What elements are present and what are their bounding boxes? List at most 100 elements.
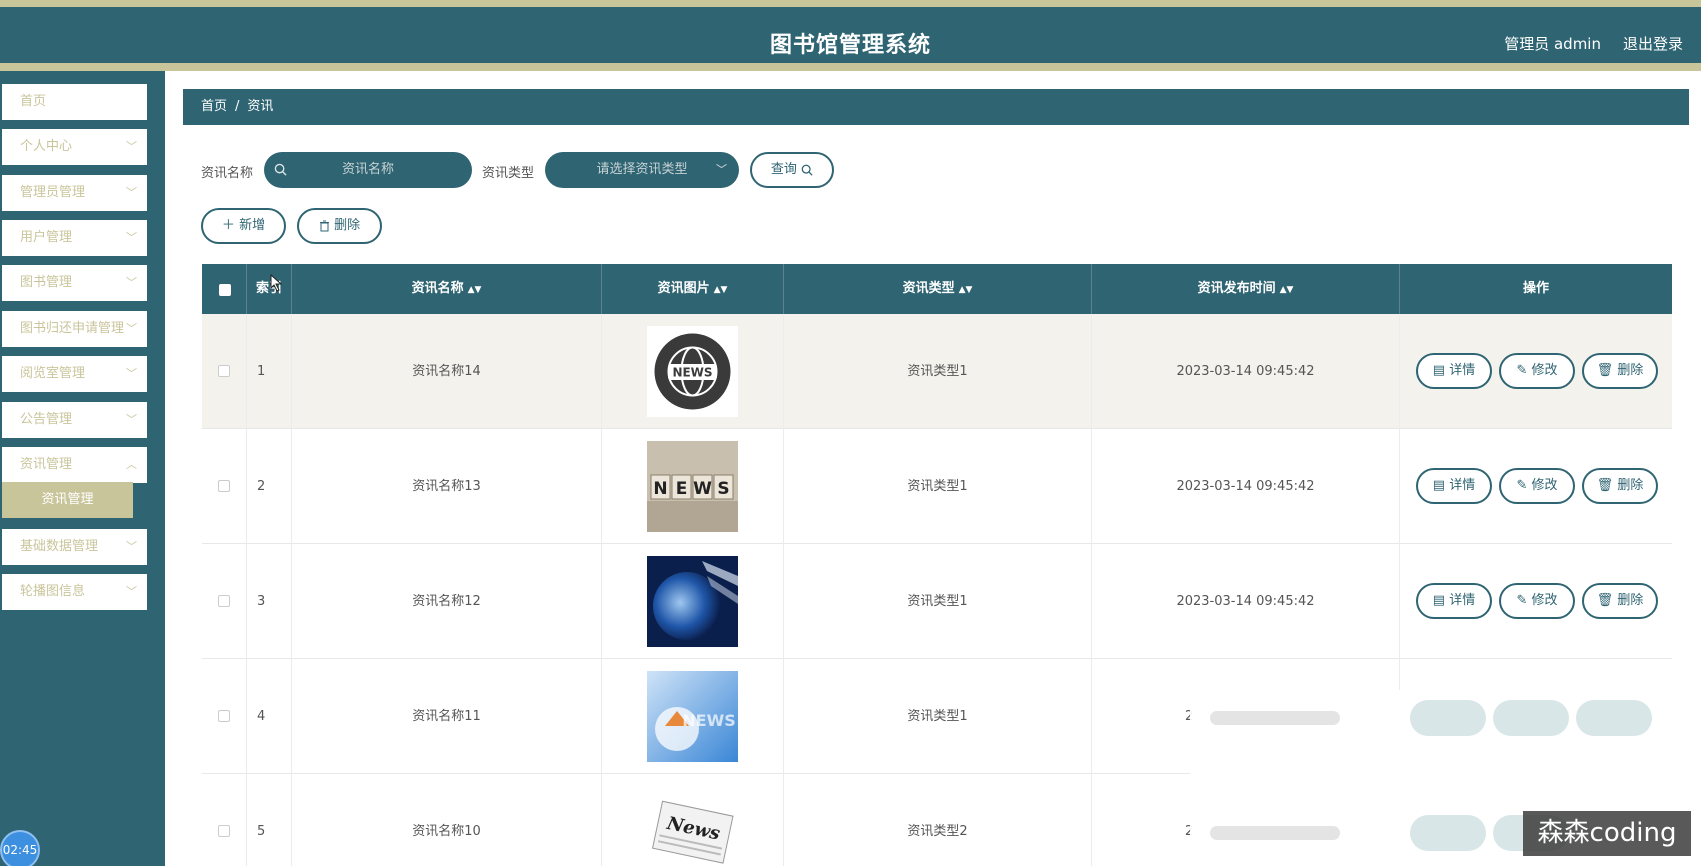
document-icon: ▤	[1432, 363, 1446, 378]
column-header-name[interactable]: 资讯名称 ▲▼	[292, 264, 602, 314]
chevron-down-icon: ﹀	[126, 367, 137, 380]
chevron-down-icon: ﹀	[126, 276, 137, 289]
row-name: 资讯名称11	[292, 659, 602, 774]
sidebar-item-base-data[interactable]: 基础数据管理 ﹀	[2, 529, 147, 565]
edit-button[interactable]: ✎ 修改	[1499, 468, 1575, 504]
edit-button[interactable]: ✎ 修改	[1499, 353, 1575, 389]
news-globe-icon[interactable]: NEWS	[647, 326, 738, 417]
sidebar-item-label: 基础数据管理	[20, 539, 99, 554]
row-image-cell: NEWS	[602, 659, 784, 774]
row-type: 资讯类型1	[784, 659, 1092, 774]
select-all-cell	[202, 264, 247, 314]
sidebar-item-books[interactable]: 图书管理 ﹀	[2, 265, 147, 301]
news-blocks-image[interactable]: N E W S	[647, 441, 738, 532]
query-button-label: 查询	[770, 162, 797, 177]
delete-button-label: 删除	[1617, 593, 1644, 608]
news-blue-image[interactable]: NEWS	[647, 671, 738, 762]
sidebar-item-label: 个人中心	[20, 139, 73, 154]
row-select-cell	[202, 314, 247, 429]
sidebar-item-reading-rooms[interactable]: 阅览室管理 ﹀	[2, 356, 147, 392]
row-index: 5	[247, 774, 292, 866]
sidebar-item-news[interactable]: 资讯管理 ︿	[2, 447, 147, 483]
row-actions: ▤ 详情 ✎ 修改 🗑 删除	[1400, 314, 1672, 429]
row-select-cell	[202, 544, 247, 659]
column-header-type[interactable]: 资讯类型 ▲▼	[784, 264, 1092, 314]
delete-button[interactable]: 🗑 删除	[1582, 468, 1658, 504]
logout-link[interactable]: 退出登录	[1623, 33, 1683, 54]
sidebar-item-label: 管理员管理	[20, 185, 86, 200]
table-row: 1 资讯名称14 NEWS 资讯类型1 2023-03-14 09:45:42 …	[202, 314, 1672, 429]
sidebar-item-home[interactable]: 首页	[2, 84, 147, 120]
sidebar-item-carousel[interactable]: 轮播图信息 ﹀	[2, 574, 147, 610]
row-time: 2023-03-14 09:45:42	[1092, 314, 1400, 429]
row-checkbox[interactable]	[218, 595, 230, 607]
row-index: 2	[247, 429, 292, 544]
trash-icon: 🗑	[1596, 363, 1614, 378]
app-title: 图书馆管理系统	[769, 33, 931, 58]
breadcrumb: 首页 / 资讯	[183, 89, 1689, 125]
chevron-down-icon: ﹀	[126, 585, 137, 598]
column-header-image[interactable]: 资讯图片 ▲▼	[602, 264, 784, 314]
delete-button[interactable]: 🗑 删除	[1582, 583, 1658, 619]
newspaper-image[interactable]: News	[647, 786, 738, 866]
select-all-checkbox[interactable]	[219, 284, 231, 296]
trash-icon: 🗑	[1596, 593, 1614, 608]
sidebar-item-profile[interactable]: 个人中心 ﹀	[2, 129, 147, 165]
delete-button[interactable]: 🗑 删除	[1582, 353, 1658, 389]
mouse-cursor-icon	[270, 274, 282, 292]
chevron-down-icon: ﹀	[126, 413, 137, 426]
column-header-time[interactable]: 资讯发布时间 ▲▼	[1092, 264, 1400, 314]
row-name: 资讯名称10	[292, 774, 602, 866]
edit-button[interactable]: ✎ 修改	[1499, 583, 1575, 619]
query-button[interactable]: 查询	[750, 152, 834, 188]
sidebar-item-label: 阅览室管理	[20, 366, 86, 381]
globe-blue-image[interactable]	[647, 556, 738, 647]
table-row: 3 资讯名称12 资讯类型1 2023-03-14 09:45:42 ▤ 详情 …	[202, 544, 1672, 659]
sidebar-item-users[interactable]: 用户管理 ﹀	[2, 220, 147, 256]
sidebar-item-label: 图书归还申请管理	[20, 321, 125, 336]
row-checkbox[interactable]	[218, 825, 230, 837]
edit-button-label: 修改	[1531, 363, 1558, 378]
search-icon	[274, 152, 287, 188]
plus-icon: ＋	[221, 218, 235, 233]
row-image-cell	[602, 544, 784, 659]
breadcrumb-home[interactable]: 首页	[201, 99, 227, 114]
blurred-button	[1493, 700, 1569, 736]
blurred-text	[1210, 826, 1340, 840]
row-select-cell	[202, 774, 247, 866]
document-icon: ▤	[1432, 478, 1446, 493]
add-button[interactable]: ＋ 新增	[201, 208, 286, 244]
sidebar-item-label: 首页	[20, 94, 47, 109]
detail-button[interactable]: ▤ 详情	[1416, 468, 1492, 504]
row-select-cell	[202, 659, 247, 774]
sidebar-subitem-news-management[interactable]: 资讯管理	[2, 482, 133, 518]
sidebar-item-label: 轮播图信息	[20, 584, 86, 599]
search-icon	[801, 162, 813, 177]
chevron-up-icon: ︿	[126, 458, 137, 471]
sidebar: 首页 个人中心 ﹀ 管理员管理 ﹀ 用户管理 ﹀ 图书管理 ﹀ 图书归还申请管理 ﹀ 阅览…	[0, 71, 165, 866]
breadcrumb-separator: /	[235, 99, 240, 114]
batch-delete-button[interactable]: 删除	[297, 208, 382, 244]
row-name: 资讯名称12	[292, 544, 602, 659]
current-user: 管理员 admin	[1504, 35, 1601, 53]
column-header-label: 资讯发布时间	[1197, 281, 1276, 296]
clock-badge: 02:45	[0, 830, 40, 866]
trash-icon: 🗑	[1596, 478, 1614, 493]
edit-button-label: 修改	[1531, 593, 1558, 608]
news-name-input[interactable]: 资讯名称	[264, 152, 472, 188]
breadcrumb-current: 资讯	[247, 99, 274, 114]
sidebar-item-book-returns[interactable]: 图书归还申请管理 ﹀	[2, 311, 147, 347]
pencil-icon: ✎	[1516, 593, 1528, 608]
sidebar-item-admins[interactable]: 管理员管理 ﹀	[2, 175, 147, 211]
svg-text:W: W	[693, 479, 712, 499]
row-checkbox[interactable]	[218, 710, 230, 722]
column-header-actions: 操作	[1522, 281, 1549, 296]
row-checkbox[interactable]	[218, 365, 230, 377]
news-type-select[interactable]: 请选择资讯类型 ﹀	[545, 152, 739, 188]
app-header: 图书馆管理系统 管理员 admin 退出登录	[0, 7, 1701, 63]
header-bottom-strip	[0, 63, 1701, 71]
row-checkbox[interactable]	[218, 480, 230, 492]
detail-button[interactable]: ▤ 详情	[1416, 353, 1492, 389]
sidebar-item-announcements[interactable]: 公告管理 ﹀	[2, 402, 147, 438]
detail-button[interactable]: ▤ 详情	[1416, 583, 1492, 619]
